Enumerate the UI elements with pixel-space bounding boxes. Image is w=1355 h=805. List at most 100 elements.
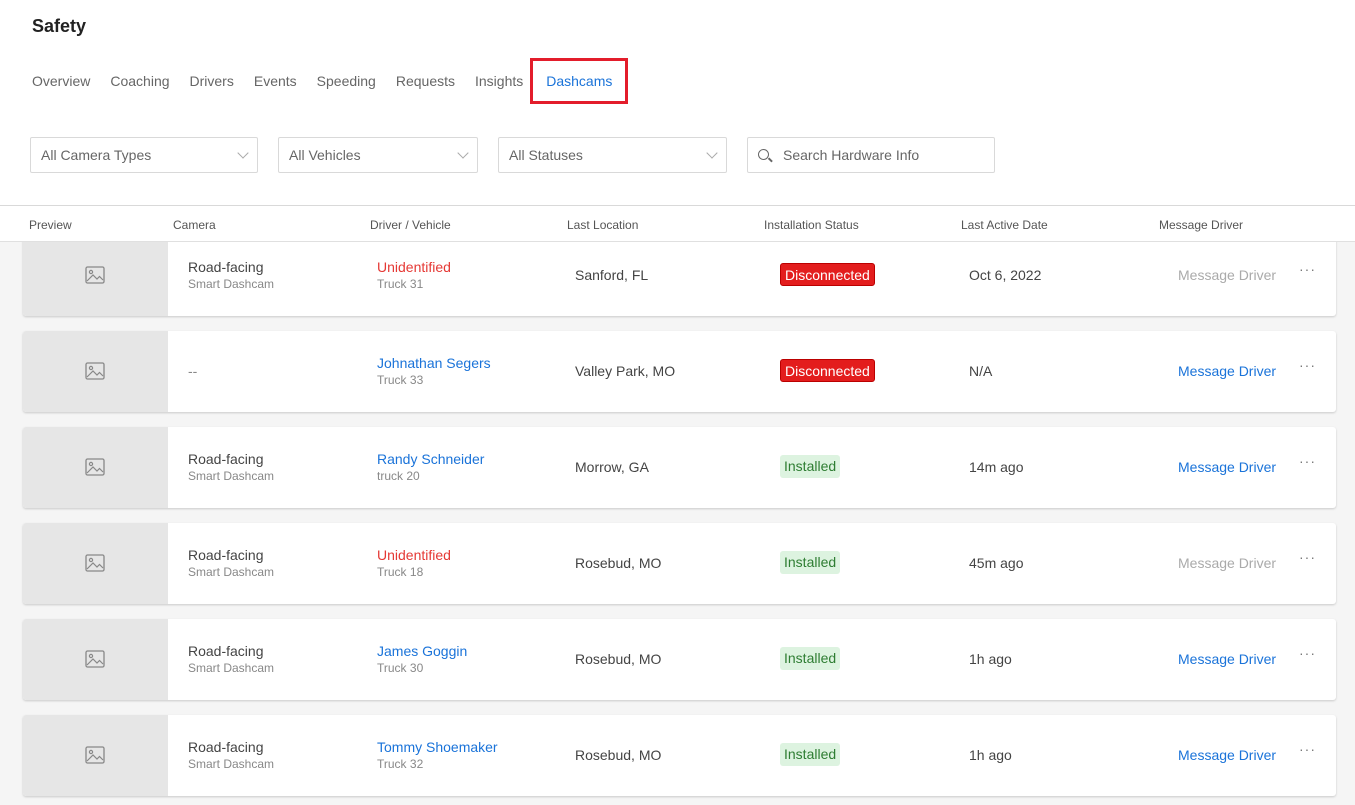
more-options-icon[interactable]: ··· [1299, 357, 1316, 373]
table-row[interactable]: Road-facing Smart Dashcam Unidentified T… [23, 523, 1336, 604]
more-options-icon[interactable]: ··· [1299, 549, 1316, 565]
more-options-icon[interactable]: ··· [1299, 741, 1316, 757]
message-driver-link[interactable]: Message Driver [1178, 651, 1276, 667]
camera-type: Road-facing [188, 643, 264, 659]
last-active-date: 45m ago [969, 555, 1024, 571]
last-location: Rosebud, MO [575, 555, 662, 571]
tab-overview[interactable]: Overview [32, 58, 90, 104]
column-header-installation-status[interactable]: Installation Status [764, 218, 859, 232]
table-row[interactable]: Road-facing Smart Dashcam Tommy Shoemake… [23, 715, 1336, 796]
last-location: Rosebud, MO [575, 651, 662, 667]
camera-model: Smart Dashcam [188, 757, 275, 771]
last-location: Rosebud, MO [575, 747, 662, 763]
vehicle-name: Truck 31 [377, 277, 424, 291]
preview-thumbnail[interactable] [23, 715, 168, 796]
search-input[interactable] [783, 138, 988, 172]
driver-vehicle-cell: James Goggin Truck 30 [377, 643, 467, 675]
driver-name[interactable]: Randy Schneider [377, 451, 484, 467]
camera-type: Road-facing [188, 451, 264, 467]
camera-cell: Road-facing Smart Dashcam [188, 643, 274, 675]
last-location: Sanford, FL [575, 267, 649, 283]
image-placeholder-icon [85, 458, 105, 476]
last-active-date: 14m ago [969, 459, 1024, 475]
vehicle-name: Truck 30 [377, 661, 424, 675]
tab-requests[interactable]: Requests [396, 58, 455, 104]
last-active-date: 1h ago [969, 747, 1012, 763]
status-badge: Disconnected [780, 359, 875, 382]
message-driver-link[interactable]: Message Driver [1178, 363, 1276, 379]
driver-vehicle-cell: Johnathan Segers Truck 33 [377, 355, 491, 387]
driver-name: Unidentified [377, 547, 451, 563]
message-driver-link[interactable]: Message Driver [1178, 459, 1276, 475]
table-row[interactable]: Road-facing Smart Dashcam Randy Schneide… [23, 427, 1336, 508]
driver-vehicle-cell: Unidentified Truck 18 [377, 547, 451, 579]
camera-cell: Road-facing Smart Dashcam [188, 451, 274, 483]
message-driver-link[interactable]: Message Driver [1178, 747, 1276, 763]
preview-thumbnail[interactable] [23, 235, 168, 316]
preview-thumbnail[interactable] [23, 619, 168, 700]
tab-bar: Overview Coaching Drivers Events Speedin… [32, 58, 648, 104]
camera-type: Road-facing [188, 547, 264, 563]
vehicles-select-value: All Vehicles [289, 147, 361, 163]
camera-type: -- [188, 363, 198, 379]
table-row[interactable]: Road-facing Smart Dashcam Unidentified T… [23, 235, 1336, 316]
tab-events[interactable]: Events [254, 58, 297, 104]
status-badge: Installed [780, 455, 841, 478]
hardware-search [747, 137, 995, 173]
vehicle-name: Truck 18 [377, 565, 424, 579]
preview-thumbnail[interactable] [23, 331, 168, 412]
chevron-down-icon [237, 147, 249, 159]
table-header: Preview Camera Driver / Vehicle Last Loc… [0, 206, 1355, 242]
table-row[interactable]: -- Johnathan Segers Truck 33 Valley Park… [23, 331, 1336, 412]
table-row[interactable]: Road-facing Smart Dashcam James Goggin T… [23, 619, 1336, 700]
image-placeholder-icon [85, 266, 105, 284]
message-driver-link: Message Driver [1178, 267, 1277, 283]
dashcam-table: Preview Camera Driver / Vehicle Last Loc… [0, 205, 1355, 805]
vehicle-name: truck 20 [377, 469, 420, 483]
last-location: Morrow, GA [575, 459, 649, 475]
column-header-message-driver: Message Driver [1159, 218, 1244, 232]
tab-drivers[interactable]: Drivers [190, 58, 234, 104]
driver-name: Unidentified [377, 259, 451, 275]
statuses-select-value: All Statuses [509, 147, 583, 163]
tab-speeding[interactable]: Speeding [317, 58, 376, 104]
vehicle-name: Truck 32 [377, 757, 424, 771]
image-placeholder-icon [85, 362, 105, 380]
column-header-driver-vehicle[interactable]: Driver / Vehicle [370, 218, 451, 232]
driver-name[interactable]: Tommy Shoemaker [377, 739, 498, 755]
camera-type-select[interactable]: All Camera Types [30, 137, 258, 173]
column-header-preview: Preview [29, 218, 72, 232]
chevron-down-icon [457, 147, 469, 159]
column-header-last-active[interactable]: Last Active Date [961, 218, 1048, 232]
driver-name[interactable]: James Goggin [377, 643, 467, 659]
message-driver-link: Message Driver [1178, 555, 1277, 571]
more-options-icon[interactable]: ··· [1299, 261, 1316, 277]
vehicle-name: Truck 33 [377, 373, 424, 387]
status-badge: Installed [780, 551, 841, 574]
more-options-icon[interactable]: ··· [1299, 453, 1316, 469]
more-options-icon[interactable]: ··· [1299, 645, 1316, 661]
last-location: Valley Park, MO [575, 363, 676, 379]
preview-thumbnail[interactable] [23, 523, 168, 604]
driver-vehicle-cell: Unidentified Truck 31 [377, 259, 451, 291]
image-placeholder-icon [85, 746, 105, 764]
column-header-camera[interactable]: Camera [173, 218, 216, 232]
camera-type: Road-facing [188, 259, 264, 275]
vehicles-select[interactable]: All Vehicles [278, 137, 478, 173]
camera-cell: -- [188, 355, 197, 379]
preview-thumbnail[interactable] [23, 427, 168, 508]
camera-cell: Road-facing Smart Dashcam [188, 739, 274, 771]
driver-name[interactable]: Johnathan Segers [377, 355, 491, 371]
driver-vehicle-cell: Tommy Shoemaker Truck 32 [377, 739, 498, 771]
tab-coaching[interactable]: Coaching [110, 58, 169, 104]
tab-insights[interactable]: Insights [475, 58, 523, 104]
column-header-last-location[interactable]: Last Location [567, 218, 638, 232]
tab-dashcams[interactable]: Dashcams [530, 58, 629, 104]
search-icon [758, 149, 769, 160]
last-active-date: Oct 6, 2022 [969, 267, 1042, 283]
camera-model: Smart Dashcam [188, 565, 275, 579]
statuses-select[interactable]: All Statuses [498, 137, 727, 173]
status-badge: Installed [780, 647, 841, 670]
camera-cell: Road-facing Smart Dashcam [188, 547, 274, 579]
camera-type-select-value: All Camera Types [41, 147, 152, 163]
